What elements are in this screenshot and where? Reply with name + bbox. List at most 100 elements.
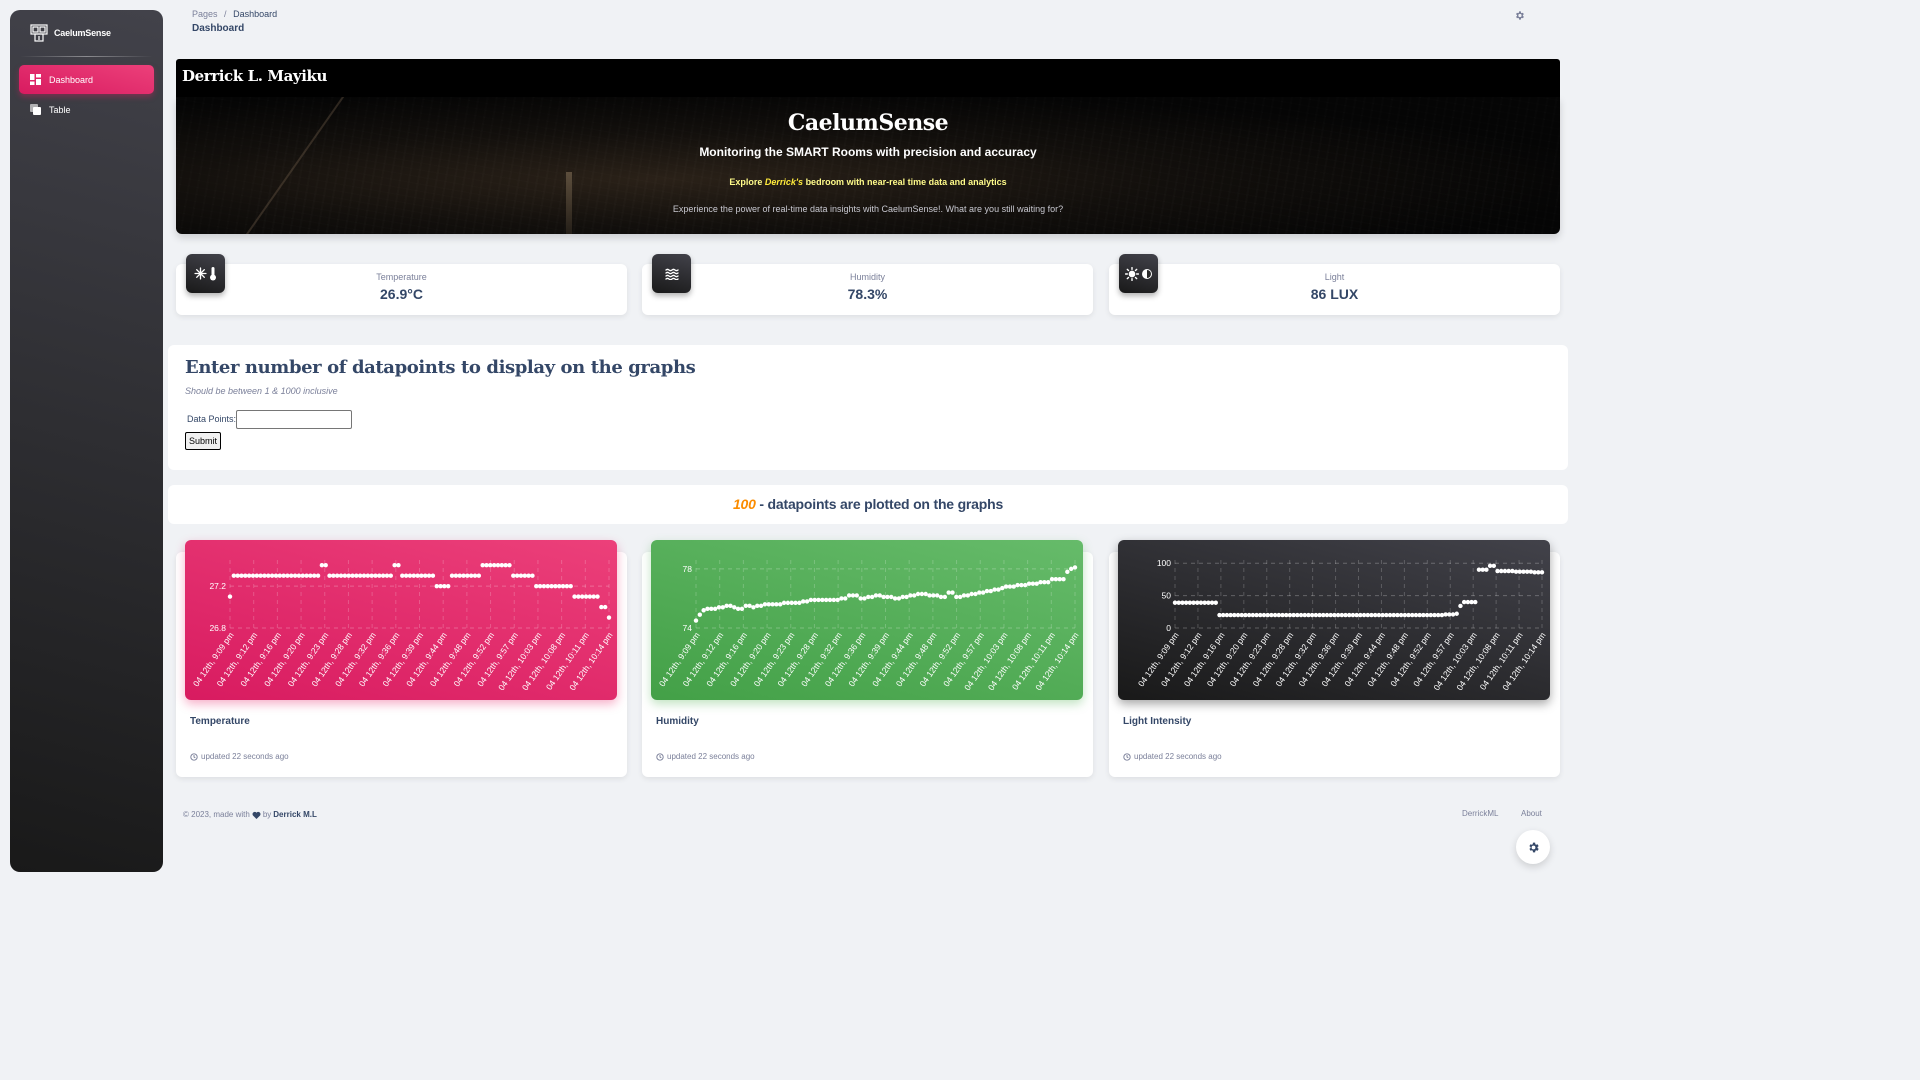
data-point [938, 594, 944, 600]
data-point [908, 593, 913, 598]
settings-gear-icon[interactable] [1514, 10, 1525, 21]
y-tick-label: 27.2 [209, 581, 226, 591]
clock-icon [1123, 752, 1131, 761]
owner-name: Derrick L. Mayiku [182, 67, 328, 85]
data-point [312, 573, 317, 578]
data-point [823, 597, 829, 603]
data-point [988, 588, 993, 594]
breadcrumb: Pages / Dashboard [192, 9, 277, 19]
data-point [931, 593, 936, 598]
data-point [308, 573, 313, 578]
data-point [403, 573, 409, 578]
data-point [296, 573, 302, 578]
data-point [400, 573, 405, 578]
data-point [766, 602, 771, 607]
data-point [701, 608, 706, 613]
data-point [457, 573, 462, 578]
stat-value: 26.9°C [380, 286, 423, 302]
hero-tagline: Experience the power of real-time data i… [672, 204, 1064, 214]
chart-title: Temperature [190, 716, 250, 727]
data-point [273, 573, 279, 578]
data-point [697, 612, 703, 617]
data-point [315, 573, 321, 578]
hero-banner: CaelumSense Monitoring the SMART Rooms w… [176, 97, 1560, 234]
data-point [461, 573, 466, 578]
stat-value: 86 LUX [1310, 286, 1359, 302]
data-point [319, 563, 325, 568]
data-point [411, 573, 416, 578]
sidebar-item-dashboard[interactable]: Dashboard [19, 65, 154, 94]
data-point [739, 606, 745, 611]
stat-value: 78.3% [847, 286, 888, 302]
breadcrumb-root[interactable]: Pages [192, 9, 218, 19]
data-point [530, 573, 535, 578]
data-point [377, 573, 382, 578]
data-point [770, 602, 775, 607]
data-point [927, 593, 932, 598]
footer-link-about[interactable]: About [1521, 809, 1542, 818]
data-point [774, 602, 779, 607]
data-point [258, 573, 263, 578]
plotted-count: 100 [732, 496, 756, 512]
data-point [1038, 579, 1043, 585]
data-point [534, 583, 539, 589]
datapoint-form-card: Enter number of datapoints to display on… [168, 345, 1568, 470]
configurator-button[interactable] [1516, 830, 1550, 864]
data-point [1484, 567, 1489, 572]
data-point [885, 594, 890, 600]
light-chart-svg: 05010004 12th, 9:09 pm04 12th, 9:12 pm04… [1136, 558, 1548, 692]
sidebar-item-table[interactable]: Table [19, 95, 154, 124]
footer-link-derrickml[interactable]: DerrickML [1462, 809, 1498, 818]
data-point [992, 587, 997, 592]
data-point [820, 597, 825, 603]
data-point [1491, 563, 1497, 569]
page-title: Dashboard [192, 23, 245, 34]
data-point [373, 573, 378, 578]
data-point [323, 563, 328, 568]
data-point [606, 615, 612, 620]
x-tick-label: 04 12th, 9:09 pm [657, 630, 702, 688]
data-point [1057, 577, 1062, 582]
explore-suffix: bedroom with near-real time data and ana… [803, 177, 1007, 187]
data-point [950, 590, 955, 595]
data-point [407, 573, 413, 578]
chart-card-light: 0 50 100 04 12th, 9:09 pm 04 12th, 9:12 pm 04… [1109, 540, 1560, 777]
submit-button[interactable]: Submit [185, 432, 222, 450]
data-point [361, 573, 367, 578]
data-point [591, 594, 596, 599]
data-point [965, 593, 971, 598]
data-point [507, 563, 512, 568]
brand[interactable]: CaelumSense [10, 10, 163, 56]
y-tick-label: 74 [683, 623, 693, 633]
stat-card-light: Light 86 LUX [1109, 254, 1560, 315]
data-point [778, 602, 783, 607]
data-point [712, 606, 718, 611]
data-point [912, 593, 917, 598]
data-point [430, 573, 436, 578]
temperature-chart: 26.8 27.2 04 12th, 9:09 pm 04 12th, 9:12 pm… [185, 540, 617, 700]
data-point [919, 591, 925, 597]
data-point [346, 573, 351, 578]
data-point [980, 590, 986, 595]
data-points-input[interactable] [236, 410, 352, 429]
light-chart: 0 50 100 04 12th, 9:09 pm 04 12th, 9:12 pm 04… [1118, 540, 1550, 700]
datapoint-form-heading: Enter number of datapoints to display on… [185, 357, 696, 378]
data-point [816, 597, 821, 603]
data-point [564, 583, 570, 589]
data-point [900, 594, 905, 600]
data-point [1473, 599, 1478, 605]
data-point [877, 593, 882, 598]
data-point [480, 563, 485, 568]
data-point [503, 563, 508, 568]
data-point [281, 573, 286, 578]
data-point [438, 583, 443, 589]
data-point [1011, 584, 1016, 589]
breadcrumb-current: Dashboard [233, 9, 278, 19]
data-point [1528, 569, 1534, 574]
data-point [785, 600, 791, 606]
data-point [239, 573, 244, 578]
data-point [434, 583, 439, 589]
data-point [484, 563, 489, 568]
footer-author-link[interactable]: Derrick M.L [273, 810, 317, 819]
data-point [957, 594, 963, 600]
